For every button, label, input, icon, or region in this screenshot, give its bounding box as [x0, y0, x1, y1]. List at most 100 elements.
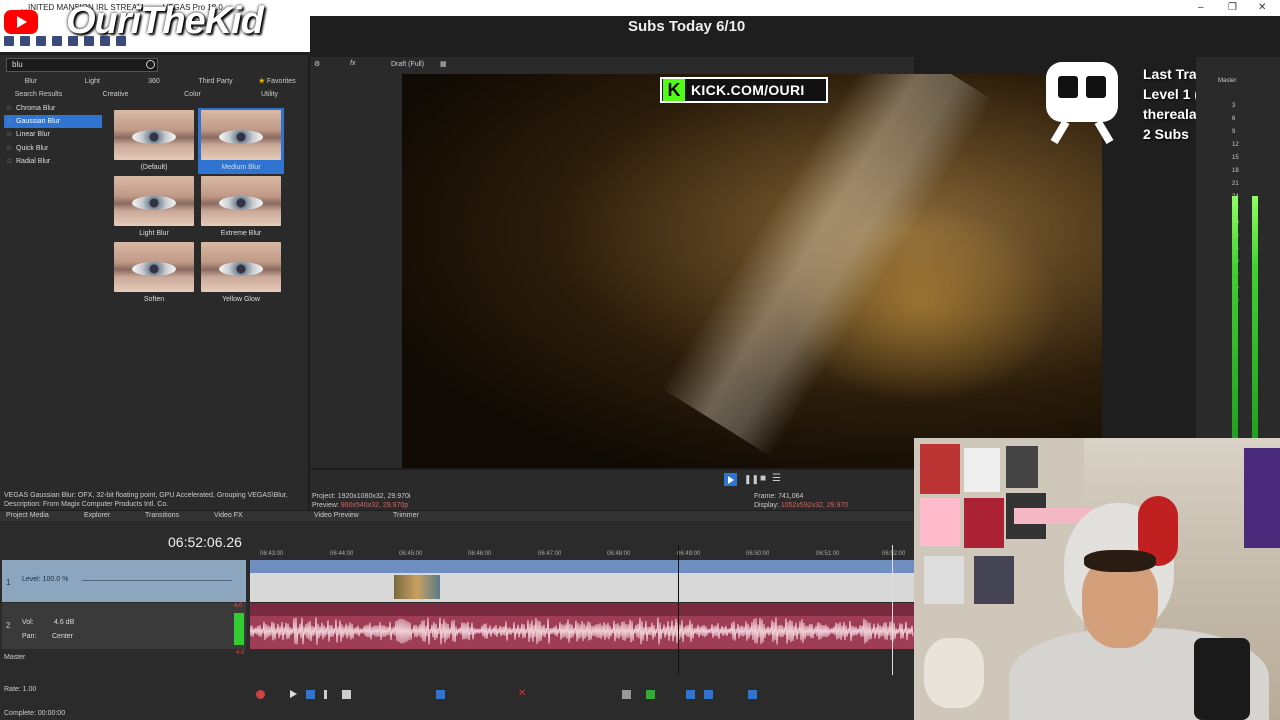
minimize-icon[interactable]: –	[1198, 2, 1204, 13]
timeline-stop-icon[interactable]	[342, 690, 351, 699]
fx-category-utility[interactable]: Utility	[231, 88, 308, 101]
master-track-label: Master	[4, 654, 26, 661]
preview-toolbar: ⚙ fx Draft (Full) ▦	[310, 57, 914, 74]
fx-category-color[interactable]: Color	[154, 88, 231, 101]
video-clip[interactable]	[394, 575, 440, 599]
fx-category-light[interactable]: Light	[62, 75, 124, 88]
play-from-start-icon[interactable]	[290, 690, 297, 698]
preset-medium-blur[interactable]: Medium Blur	[198, 108, 284, 174]
edit-tool-icon[interactable]	[436, 690, 445, 699]
stop-icon[interactable]: ■	[760, 473, 766, 484]
vol-value: 4.6 dB	[54, 619, 75, 626]
display-label: Display:	[754, 502, 779, 509]
marker-icon[interactable]	[646, 690, 655, 699]
fx-item-chroma-blur[interactable]: Chroma Blur	[4, 102, 102, 115]
master-meter-right	[1252, 196, 1258, 438]
tab-video-fx[interactable]: Video FX	[214, 512, 243, 519]
play-icon[interactable]	[724, 473, 737, 486]
audio-track-header[interactable]: 2 Vol: 4.6 dB Pan: Center 4.0	[2, 603, 246, 649]
audio-track-lane[interactable]	[250, 603, 914, 649]
preview-quality-dropdown[interactable]: Draft (Full)	[391, 61, 424, 68]
tab-project-media[interactable]: Project Media	[6, 512, 49, 519]
preset-light-blur[interactable]: Light Blur	[113, 176, 195, 238]
loop-end-marker[interactable]	[892, 545, 893, 675]
preview-info: Preview: 960x540x32, 29.970p	[312, 502, 408, 509]
fx-category-favorites[interactable]: ★ Favorites	[246, 75, 308, 88]
pause-icon[interactable]: ❚❚	[744, 474, 759, 485]
track-meter-value: 4.0	[234, 603, 243, 609]
preset-yellow-glow[interactable]: Yellow Glow	[200, 242, 282, 304]
favorites-label: Favorites	[266, 78, 296, 85]
kick-overlay: K KICK.COM/OURI	[660, 77, 828, 103]
preset-extreme-blur[interactable]: Extreme Blur	[200, 176, 282, 238]
timeline-play-icon[interactable]	[306, 690, 315, 699]
auto-ripple-icon[interactable]	[704, 690, 713, 699]
ruler-mark: 06:52:00	[882, 551, 906, 557]
ruler-mark: 06:45:00	[399, 551, 423, 557]
gear-icon[interactable]: ⚙	[314, 60, 320, 68]
fx-item-gaussian-blur[interactable]: Gaussian Blur	[4, 115, 102, 128]
fx-item-quick-blur[interactable]: Quick Blur	[4, 142, 102, 155]
close-icon[interactable]: ✕	[1258, 2, 1266, 13]
playhead[interactable]	[678, 545, 679, 675]
kick-url: KICK.COM/OURI	[691, 82, 805, 98]
preset-soften[interactable]: Soften	[113, 242, 195, 304]
meter-tick: 18	[1232, 168, 1239, 174]
preview-status-area: Project: 1920x1080x32, 29.970i Preview: …	[310, 470, 914, 510]
preview-dock-tabs: Video Preview Trimmer	[310, 511, 914, 521]
lock-icon[interactable]	[622, 690, 631, 699]
track-meter	[234, 613, 244, 645]
video-track-header[interactable]: 1 Level: 100.0 %	[2, 560, 246, 602]
preset-label: Medium Blur	[221, 164, 261, 171]
grid-icon[interactable]: ▦	[440, 60, 447, 68]
menu-icon[interactable]: ☰	[772, 473, 781, 484]
fx-category-blur[interactable]: Blur	[0, 75, 62, 88]
fx-search-input[interactable]: blu	[6, 58, 158, 72]
youtube-logo-icon	[4, 10, 38, 34]
frame-value: 741,064	[778, 493, 804, 500]
display-info: Display: 1052x592x32, 29.970	[754, 502, 848, 509]
level-slider[interactable]	[82, 580, 232, 581]
ruler-mark: 06:46:00	[468, 551, 492, 557]
fx-icon[interactable]: fx	[350, 60, 355, 67]
pan-value: Center	[52, 633, 74, 640]
render-icon[interactable]	[52, 36, 62, 46]
record-icon[interactable]	[256, 690, 265, 699]
maximize-icon[interactable]: ❐	[1228, 2, 1237, 13]
snap-icon[interactable]	[686, 690, 695, 699]
timeline-transport: ✕	[250, 688, 810, 702]
video-track-lane[interactable]	[250, 560, 914, 602]
search-icon[interactable]	[146, 60, 155, 69]
fx-category-search-results[interactable]: Search Results	[0, 88, 77, 101]
fx-item-radial-blur[interactable]: Radial Blur	[4, 155, 102, 168]
train-icon	[1046, 62, 1118, 144]
tab-trimmer[interactable]: Trimmer	[393, 512, 419, 519]
fx-category-360[interactable]: 360	[123, 75, 185, 88]
master-meter-left	[1232, 196, 1238, 438]
meter-tick: 6	[1232, 116, 1236, 122]
channel-name-overlay: OuriTheKid	[66, 0, 264, 42]
pan-label: Pan:	[22, 633, 37, 640]
timecode-display[interactable]: 06:52:06.26	[168, 534, 242, 550]
track-number: 2	[6, 621, 11, 630]
fx-category-third-party[interactable]: Third Party	[185, 75, 247, 88]
vol-label: Vol:	[22, 619, 34, 626]
preset-default[interactable]: (Default)	[113, 110, 195, 172]
preset-thumbnail	[201, 176, 281, 226]
preset-label: Extreme Blur	[220, 230, 262, 237]
timeline-ruler[interactable]: 06:43:00 06:44:00 06:45:00 06:46:00 06:4…	[250, 545, 914, 559]
fx-description-line-1: VEGAS Gaussian Blur: OFX, 32-bit floatin…	[4, 492, 288, 499]
tab-video-preview[interactable]: Video Preview	[314, 512, 359, 519]
grid-snap-icon[interactable]	[748, 690, 757, 699]
video-level-label: Level: 100.0 %	[22, 576, 69, 583]
preset-label: Soften	[143, 296, 165, 303]
tab-transitions[interactable]: Transitions	[145, 512, 179, 519]
fx-item-linear-blur[interactable]: Linear Blur	[4, 128, 102, 141]
preset-label: Yellow Glow	[222, 296, 260, 303]
fx-category-creative[interactable]: Creative	[77, 88, 154, 101]
tab-explorer[interactable]: Explorer	[84, 512, 110, 519]
delete-icon[interactable]: ✕	[518, 688, 527, 699]
master-track-row: Master 4.0	[2, 650, 246, 668]
timeline-pause-icon[interactable]	[324, 690, 327, 699]
subs-today-overlay: Subs Today 6/10	[628, 18, 746, 35]
